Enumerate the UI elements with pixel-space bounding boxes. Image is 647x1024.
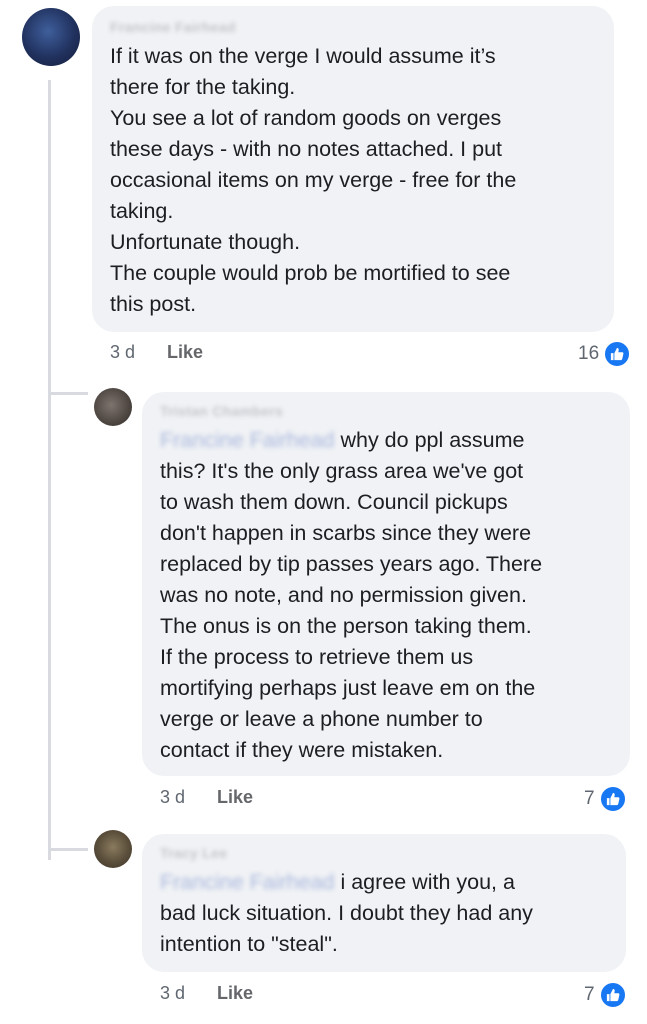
comment-author[interactable]: Tristan Chambers <box>160 402 283 420</box>
comment-line: replaced by tip passes years ago. There <box>160 552 543 576</box>
comment-line: Unfortunate though. <box>110 230 301 254</box>
comment-meta: 3 d Like <box>160 787 253 808</box>
mention-link[interactable]: Francine Fairhead <box>160 870 334 894</box>
thread-branch <box>48 848 88 851</box>
comment-line: don't happen in scarbs since they were <box>160 521 532 545</box>
avatar[interactable] <box>22 8 80 66</box>
comment-bubble: Tristan Chambers Francine Fairhead why d… <box>142 392 630 776</box>
comment-line: Francine Fairhead why do ppl assume <box>160 425 612 456</box>
comment-line: mortifying perhaps just leave em on the <box>160 676 536 700</box>
comment-bubble: Tracy Lee Francine Fairhead i agree with… <box>142 834 626 972</box>
comment-line: The onus is on the person taking them. <box>160 614 532 638</box>
thread-line <box>48 80 51 860</box>
comment-line: intention to "steal". <box>160 932 338 956</box>
comment-meta: 3 d Like <box>110 342 203 363</box>
thread-branch <box>48 392 88 395</box>
comment-bubble: Francine Fairhead If it was on the verge… <box>92 6 614 332</box>
mention-link[interactable]: Francine Fairhead <box>160 428 334 452</box>
avatar[interactable] <box>94 388 132 426</box>
comment-timestamp[interactable]: 3 d <box>160 787 185 808</box>
comment-author[interactable]: Francine Fairhead <box>110 18 236 36</box>
comment-line: this? It's the only grass area we've got <box>160 459 524 483</box>
reaction-count[interactable]: 16 <box>578 340 632 368</box>
comment-line: If it was on the verge I would assume it… <box>110 44 496 68</box>
comment-line: verge or leave a phone number to <box>160 707 483 731</box>
comment-line: The couple would prob be mortified to se… <box>110 261 511 285</box>
comment-line: taking. <box>110 199 174 223</box>
comment-line-rest: i agree with you, a <box>340 870 515 894</box>
comment-author[interactable]: Tracy Lee <box>160 844 227 862</box>
comment-line: contact if they were mistaken. <box>160 738 444 762</box>
comment-line: there for the taking. <box>110 75 296 99</box>
reaction-number: 16 <box>578 343 600 364</box>
comment-text: Francine Fairhead i agree with you, a ba… <box>160 867 608 960</box>
comment-meta: 3 d Like <box>160 983 253 1004</box>
comment-line: to wash them down. Council pickups <box>160 490 508 514</box>
comment-timestamp[interactable]: 3 d <box>160 983 185 1004</box>
reaction-number: 7 <box>584 984 595 1005</box>
comment-line: Francine Fairhead i agree with you, a <box>160 867 608 898</box>
comment-line: was no note, and no permission given. <box>160 583 527 607</box>
like-button[interactable]: Like <box>217 983 253 1004</box>
thumbs-up-icon <box>603 340 632 368</box>
comment-line: occasional items on my verge - free for … <box>110 168 517 192</box>
comment-timestamp[interactable]: 3 d <box>110 342 135 363</box>
thumbs-up-icon <box>598 785 627 813</box>
comment-line: these days - with no notes attached. I p… <box>110 137 503 161</box>
reaction-count[interactable]: 7 <box>584 785 627 813</box>
avatar[interactable] <box>94 830 132 868</box>
comment-line-rest: why do ppl assume <box>340 428 525 452</box>
comment-text: If it was on the verge I would assume it… <box>110 41 596 320</box>
reaction-count[interactable]: 7 <box>584 981 627 1009</box>
comment-line: this post. <box>110 292 197 316</box>
comment-line: bad luck situation. I doubt they had any <box>160 901 533 925</box>
comment-line: If the process to retrieve them us <box>160 645 474 669</box>
reaction-number: 7 <box>584 788 595 809</box>
comment-line: You see a lot of random goods on verges <box>110 106 502 130</box>
like-button[interactable]: Like <box>167 342 203 363</box>
comment-text: Francine Fairhead why do ppl assume this… <box>160 425 612 766</box>
like-button[interactable]: Like <box>217 787 253 808</box>
thumbs-up-icon <box>598 981 627 1009</box>
